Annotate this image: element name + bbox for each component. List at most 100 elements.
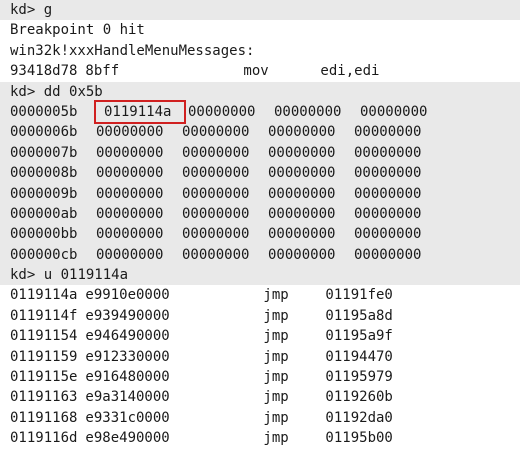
disasm-operands: 01191fe0 xyxy=(325,287,393,304)
prompt-label: kd> xyxy=(10,267,36,284)
breakpoint-text: Breakpoint 0 hit xyxy=(10,22,145,39)
dd-value: 00000000 xyxy=(96,226,164,243)
prompt-label: kd> xyxy=(10,2,36,18)
disasm-mnemonic: jmp xyxy=(263,328,289,345)
command-line-u: kd> u 0119114a xyxy=(0,265,520,286)
first-instruction-line: 93418d78 8bff mov edi,edi xyxy=(0,61,520,82)
symbol-text: win32k!xxxHandleMenuMessages: xyxy=(10,42,255,59)
dd-value: 00000000 xyxy=(182,205,250,222)
dd-value: 00000000 xyxy=(96,165,164,182)
disasm-row: 01191163 e9a3140000 jmp 0119260b xyxy=(0,387,520,408)
disasm-row: 01191159 e912330000 jmp 01194470 xyxy=(0,346,520,368)
dd-row: 0000005b 0119114a 00000000 00000000 00000000 xyxy=(0,99,520,125)
dd-value: 00000000 xyxy=(354,185,422,202)
disasm-address: 0119114f xyxy=(10,307,78,324)
disasm-bytes: e9a3140000 xyxy=(85,389,170,406)
dd-value: 00000000 xyxy=(354,246,422,263)
dd-value: 00000000 xyxy=(188,103,256,120)
disasm-mnemonic: jmp xyxy=(263,307,289,324)
disasm-mnemonic: jmp xyxy=(263,389,289,406)
disasm-row: 0119116d e98e490000 jmp 01195b00 xyxy=(0,428,520,449)
dd-value: 00000000 xyxy=(182,185,250,202)
dd-value: 00000000 xyxy=(268,246,336,263)
dd-value: 00000000 xyxy=(268,205,336,222)
dd-address: 0000005b xyxy=(10,103,78,120)
dd-address: 0000009b xyxy=(10,185,78,202)
disasm-address: 01191168 xyxy=(10,409,78,426)
dd-address: 000000cb xyxy=(10,246,78,263)
disasm-address: 0119116d xyxy=(10,430,78,447)
dd-value: 00000000 xyxy=(268,226,336,243)
command-text: dd 0x5b xyxy=(43,83,103,100)
dd-value: 00000000 xyxy=(182,246,250,263)
dd-row: 000000ab 00000000 00000000 00000000 00000000 xyxy=(0,203,520,225)
dd-address: 0000007b xyxy=(10,144,78,161)
dd-row: 0000006b 00000000 00000000 00000000 00000000 xyxy=(0,122,520,143)
disasm-mnemonic: jmp xyxy=(263,430,289,447)
disasm-address: 01191159 xyxy=(10,348,78,365)
disasm-mnemonic: jmp xyxy=(263,369,289,386)
debugger-console[interactable]: kd> g Breakpoint 0 hit win32k!xxxHandleM… xyxy=(0,0,520,449)
dd-value: 00000000 xyxy=(96,205,164,222)
instr-mnemonic: mov xyxy=(243,63,269,80)
dd-value: 00000000 xyxy=(182,144,250,161)
dd-output: 0000005b 0119114a 00000000 00000000 00000000… xyxy=(0,99,520,266)
disasm-bytes: e9910e0000 xyxy=(85,287,170,304)
dd-address: 0000006b xyxy=(10,124,78,141)
disasm-bytes: e9331c0000 xyxy=(85,409,170,426)
disasm-operands: 01192da0 xyxy=(325,409,393,426)
dd-row: 0000007b 00000000 00000000 00000000 00000000 xyxy=(0,142,520,164)
command-text: u 0119114a xyxy=(43,267,129,284)
disasm-mnemonic: jmp xyxy=(263,409,289,426)
disasm-operands: 01195979 xyxy=(325,369,393,386)
dd-value: 00000000 xyxy=(96,144,164,161)
dd-value: 00000000 xyxy=(354,144,422,161)
disasm-operands: 01195b00 xyxy=(325,430,393,447)
dd-value: 00000000 xyxy=(96,185,164,202)
dd-value: 00000000 xyxy=(354,205,422,222)
disasm-bytes: e98e490000 xyxy=(85,430,170,447)
dd-value: 00000000 xyxy=(354,226,422,243)
disasm-row: 0119114f e939490000 jmp 01195a8d xyxy=(0,305,520,327)
disasm-bytes: e939490000 xyxy=(85,307,170,324)
disasm-operands: 01195a9f xyxy=(325,328,393,345)
disasm-address: 0119114a xyxy=(10,287,78,304)
dd-value: 00000000 xyxy=(268,124,336,141)
dd-row: 0000009b 00000000 00000000 00000000 00000000 xyxy=(0,183,520,204)
command-line-dd: kd> dd 0x5b xyxy=(0,81,520,102)
breakpoint-message: Breakpoint 0 hit xyxy=(0,20,520,41)
dd-value: 00000000 xyxy=(268,185,336,202)
disasm-bytes: e916480000 xyxy=(85,369,170,386)
disasm-operands: 01194470 xyxy=(325,348,393,365)
dd-value-highlighted: 0119114a xyxy=(94,99,186,125)
dd-value: 00000000 xyxy=(354,165,422,182)
dd-address: 0000008b xyxy=(10,165,78,182)
disasm-address: 01191154 xyxy=(10,328,78,345)
dd-value: 00000000 xyxy=(268,165,336,182)
dd-address: 000000ab xyxy=(10,205,78,222)
instr-bytes: 8bff xyxy=(85,63,120,80)
disasm-row: 01191154 e946490000 jmp 01195a9f xyxy=(0,326,520,347)
dd-value: 00000000 xyxy=(182,124,250,141)
dd-value: 00000000 xyxy=(274,103,342,120)
disasm-mnemonic: jmp xyxy=(263,287,289,304)
dd-row: 000000bb 00000000 00000000 00000000 00000000 xyxy=(0,224,520,245)
dd-value: 00000000 xyxy=(182,165,250,182)
disasm-address: 0119115e xyxy=(10,369,78,386)
disasm-bytes: e912330000 xyxy=(85,348,170,365)
command-text: g xyxy=(43,2,53,18)
dd-value: 00000000 xyxy=(354,124,422,141)
dd-value: 00000000 xyxy=(182,226,250,243)
dd-row: 000000cb 00000000 00000000 00000000 00000000 xyxy=(0,244,520,266)
disasm-row: 0119114a e9910e0000 jmp 01191fe0 xyxy=(0,285,520,306)
instr-address: 93418d78 xyxy=(10,63,78,80)
command-line-g: kd> g xyxy=(0,0,520,21)
disasm-address: 01191163 xyxy=(10,389,78,406)
disasm-operands: 0119260b xyxy=(325,389,393,406)
dd-value: 00000000 xyxy=(268,144,336,161)
dd-value: 00000000 xyxy=(96,124,164,141)
prompt-label: kd> xyxy=(10,83,36,100)
dd-row: 0000008b 00000000 00000000 00000000 00000000 xyxy=(0,163,520,184)
disasm-row: 01191168 e9331c0000 jmp 01192da0 xyxy=(0,407,520,429)
disasm-bytes: e946490000 xyxy=(85,328,170,345)
